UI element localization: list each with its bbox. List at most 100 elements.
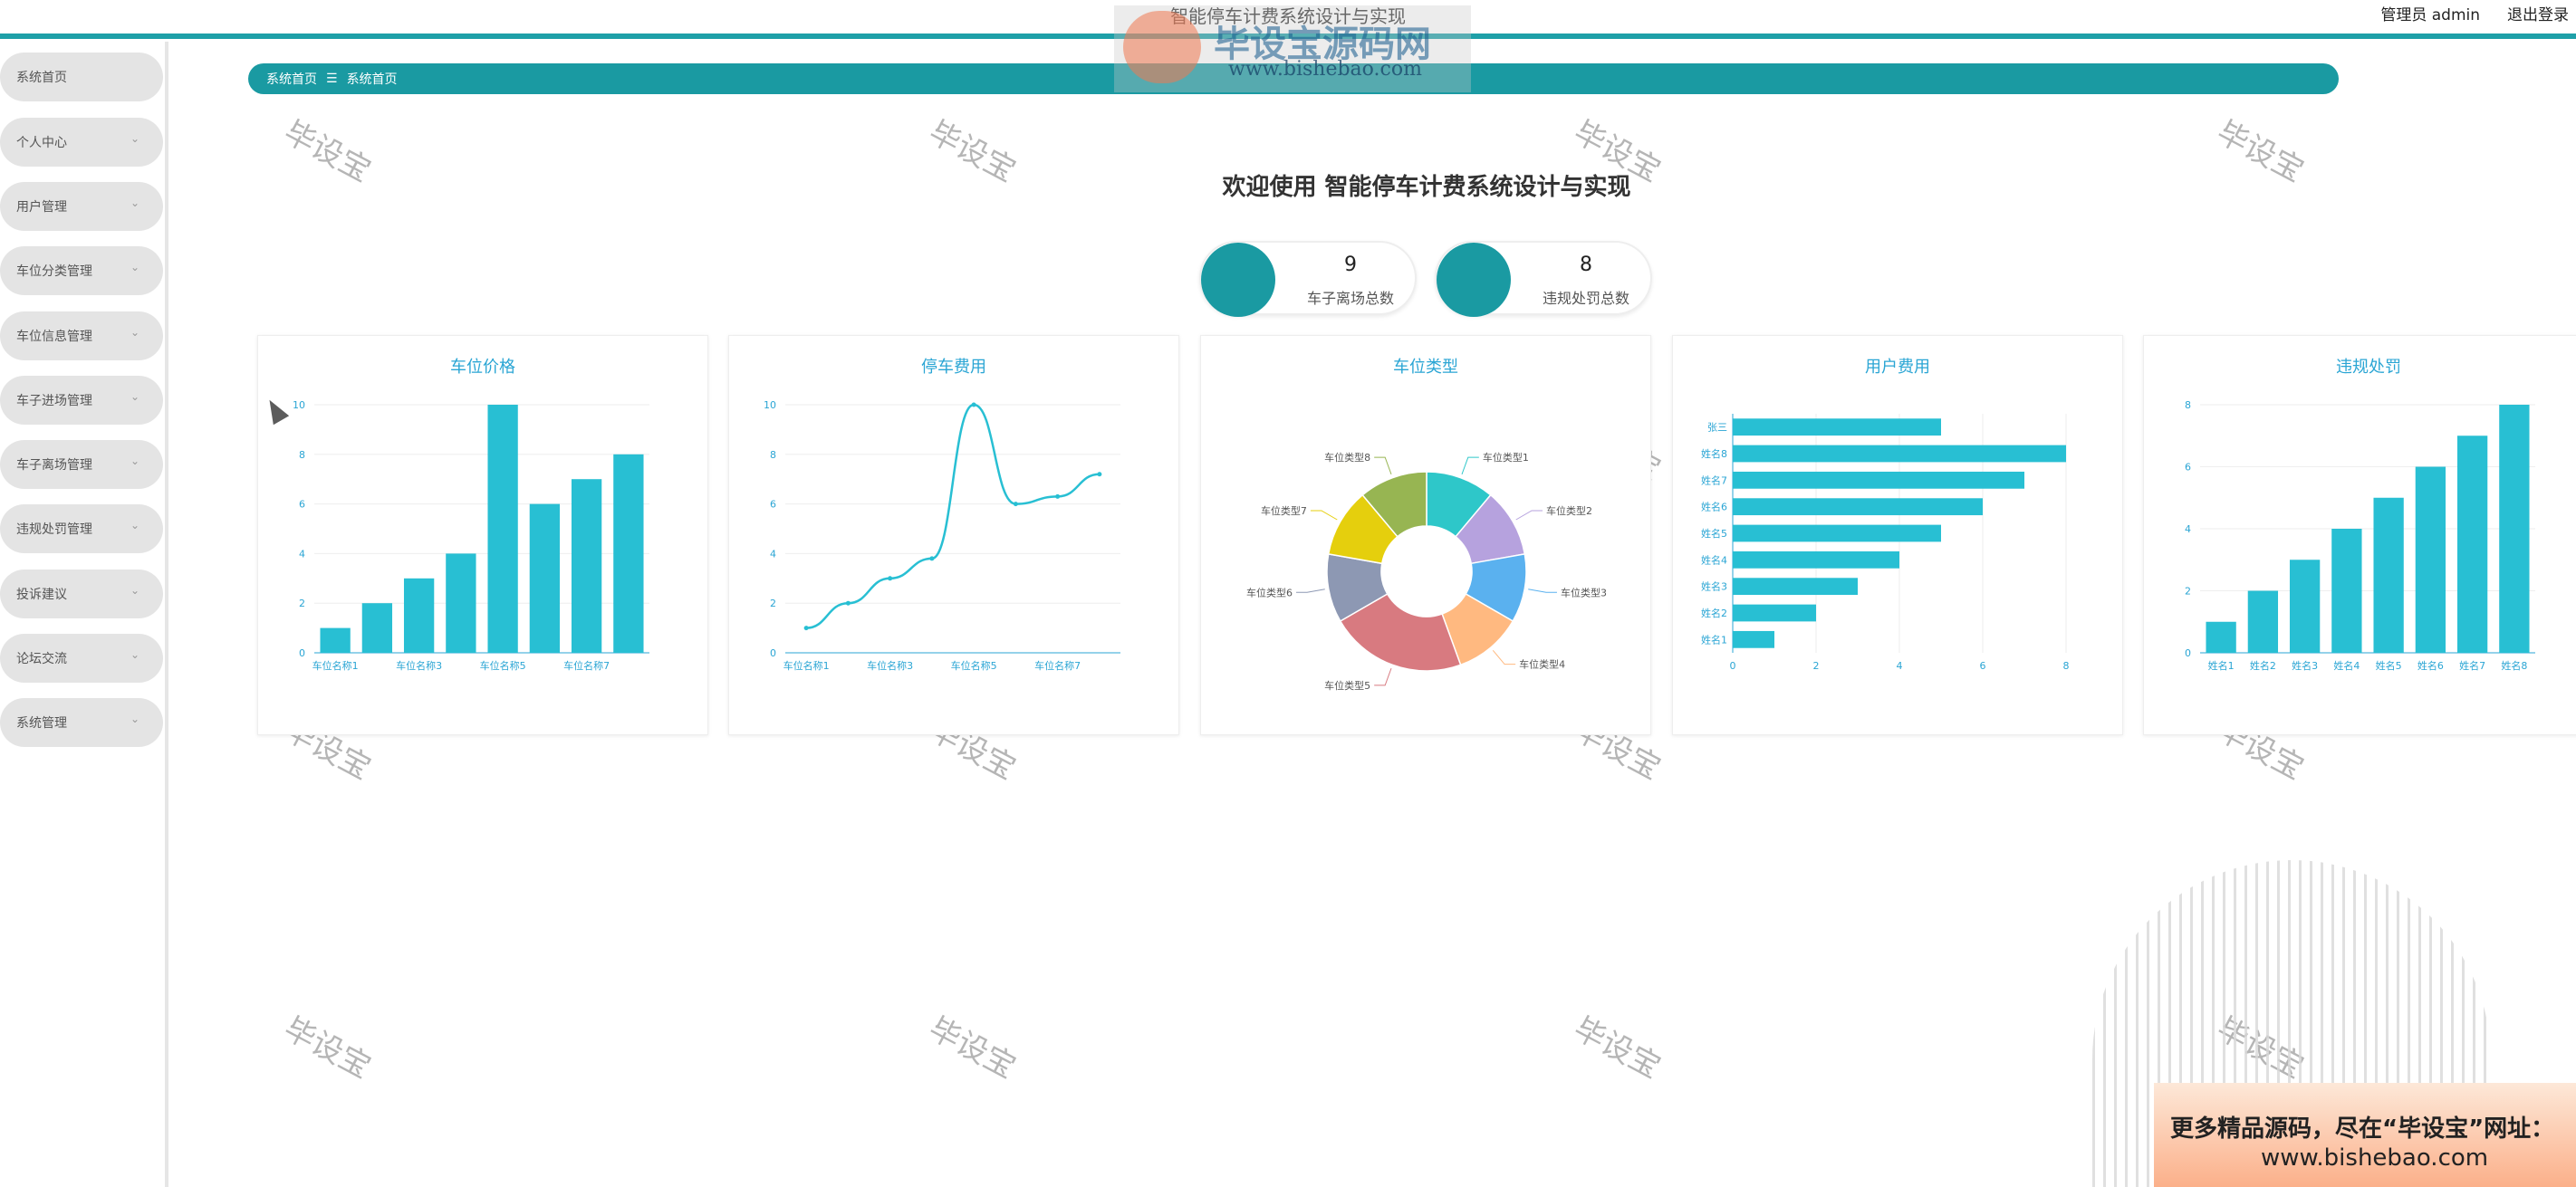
x-tick-label: 姓名3 bbox=[2292, 659, 2318, 672]
sidebar-item-forum[interactable]: 论坛交流 ⌄ bbox=[0, 634, 163, 683]
pie-label: 车位类型8 bbox=[1324, 451, 1370, 464]
x-tick-label: 0 bbox=[1730, 660, 1736, 672]
bar bbox=[2289, 560, 2321, 653]
bar bbox=[1733, 578, 1858, 596]
y-tick-label: 8 bbox=[770, 449, 776, 461]
data-point bbox=[1013, 502, 1018, 507]
pie-label: 车位类型7 bbox=[1261, 504, 1307, 517]
y-tick-label: 8 bbox=[2185, 399, 2191, 411]
ad-line-2: www.bishebao.com bbox=[2261, 1144, 2489, 1172]
chart-violations: 0 2 4 6 8 姓名1 姓名2 姓名3 姓名4 姓名5 姓名6 姓名7 姓名8 bbox=[2185, 399, 2535, 672]
bar bbox=[1733, 498, 1983, 516]
x-tick-label: 6 bbox=[1980, 660, 1986, 672]
sidebar-item-label: 系统首页 bbox=[16, 71, 67, 85]
y-tick-label: 6 bbox=[299, 499, 305, 511]
x-tick-label: 车位名称3 bbox=[396, 659, 442, 672]
stat-circle-icon bbox=[1201, 243, 1275, 317]
stat-value: 9 bbox=[1344, 254, 1357, 276]
x-tick-label: 8 bbox=[2063, 660, 2070, 672]
user-label: 管理员 admin bbox=[2380, 6, 2480, 24]
chevron-down-icon: ⌄ bbox=[130, 519, 140, 531]
x-tick-label: 车位名称7 bbox=[1034, 659, 1081, 672]
bar bbox=[361, 603, 393, 653]
y-tick-label: 2 bbox=[2185, 586, 2191, 598]
x-tick-label: 姓名1 bbox=[2208, 659, 2235, 672]
pie-leader-line bbox=[1461, 456, 1479, 475]
watermark-text: 毕设宝 bbox=[922, 1010, 1022, 1086]
bar bbox=[1733, 445, 2066, 463]
bar bbox=[1733, 604, 1816, 622]
sidebar-item-complaints[interactable]: 投诉建议 ⌄ bbox=[0, 570, 163, 618]
sidebar-item-label: 车位分类管理 bbox=[16, 264, 92, 279]
sidebar-item-label: 车子离场管理 bbox=[16, 458, 92, 473]
y-tick-label: 4 bbox=[2185, 523, 2191, 535]
sidebar-item-label: 论坛交流 bbox=[16, 652, 67, 666]
y-tick-label: 姓名3 bbox=[1701, 580, 1727, 593]
x-tick-label: 姓名4 bbox=[2333, 659, 2360, 672]
ad-banner[interactable]: 更多精品源码，尽在“毕设宝”网址： www.bishebao.com bbox=[2154, 1083, 2576, 1187]
y-tick-label: 6 bbox=[770, 499, 776, 511]
sidebar-item-label: 投诉建议 bbox=[16, 588, 67, 602]
x-tick-label: 姓名5 bbox=[2376, 659, 2402, 672]
brand-watermark: 毕设宝源码网 www.bishebao.com bbox=[1114, 5, 1471, 92]
sidebar-item-car-entry[interactable]: 车子进场管理 ⌄ bbox=[0, 376, 163, 425]
watermark-text: 毕设宝 bbox=[277, 1010, 377, 1086]
sidebar-item-violations[interactable]: 违规处罚管理 ⌄ bbox=[0, 504, 163, 553]
data-point bbox=[803, 626, 809, 631]
y-tick-label: 姓名2 bbox=[1701, 607, 1727, 619]
bar bbox=[2206, 621, 2236, 653]
sidebar-item-space-category[interactable]: 车位分类管理 ⌄ bbox=[0, 246, 163, 295]
y-tick-label: 姓名4 bbox=[1701, 553, 1727, 566]
chevron-down-icon: ⌄ bbox=[130, 455, 140, 467]
chevron-down-icon: ⌄ bbox=[130, 648, 140, 661]
logout-link[interactable]: 退出登录 bbox=[2507, 2, 2569, 24]
series-line bbox=[806, 403, 1100, 629]
y-tick-label: 2 bbox=[299, 598, 305, 609]
sidebar-item-space-info[interactable]: 车位信息管理 ⌄ bbox=[0, 311, 163, 360]
y-tick-label: 0 bbox=[2185, 647, 2191, 659]
bar bbox=[446, 553, 476, 653]
bar bbox=[2331, 529, 2362, 653]
data-point bbox=[888, 576, 893, 581]
pie-leader-line bbox=[1528, 589, 1557, 593]
y-tick-label: 10 bbox=[764, 399, 776, 411]
pie-leader-line bbox=[1515, 510, 1543, 521]
bar bbox=[403, 578, 435, 653]
data-point bbox=[1055, 493, 1061, 499]
x-tick-label: 车位名称5 bbox=[480, 659, 526, 672]
x-tick-label: 车位名称1 bbox=[312, 659, 359, 672]
chart-card-space-type: 车位类型 车位类型1 车位类型2 车位类型3 车位类型4 车位类型5 车位类型6 车位类型7… bbox=[1200, 335, 1651, 735]
brand-logo-icon bbox=[1123, 11, 1201, 83]
y-tick-label: 张三 bbox=[1707, 422, 1727, 434]
pie-leader-line bbox=[1492, 650, 1516, 665]
y-tick-label: 0 bbox=[299, 647, 305, 659]
sidebar-item-system[interactable]: 系统管理 ⌄ bbox=[0, 698, 163, 747]
bar bbox=[529, 503, 561, 653]
stat-card-violation-count: 8 违规处罚总数 bbox=[1435, 241, 1652, 317]
chart-card-violations: 违规处罚 0 2 4 6 8 姓名1 姓名2 姓名3 姓名4 姓名5 姓名6 姓名7 姓名8 bbox=[2143, 335, 2576, 735]
bar bbox=[1733, 524, 1941, 542]
ad-line-1: 更多精品源码，尽在“毕设宝”网址： bbox=[2170, 1115, 2555, 1143]
sidebar-item-car-exit[interactable]: 车子离场管理 ⌄ bbox=[0, 440, 163, 489]
sidebar-item-profile[interactable]: 个人中心 ⌄ bbox=[0, 118, 163, 167]
x-tick-label: 姓名8 bbox=[2501, 659, 2527, 672]
breadcrumb-root[interactable]: 系统首页 bbox=[266, 70, 317, 88]
bar bbox=[2415, 466, 2446, 653]
bar bbox=[2373, 497, 2404, 653]
y-tick-label: 姓名5 bbox=[1701, 527, 1727, 540]
chart-user-fee: 0 2 4 6 8 姓名1 姓名2 姓名3 姓名4 姓名5 姓名6 姓名7 姓名8 张三 bbox=[1701, 414, 2070, 672]
chart-card-space-price: 车位价格 0 2 4 6 8 10 车位名称1 车位名称3 车位名称5 车位名称7 bbox=[257, 335, 708, 735]
pie-label: 车位类型4 bbox=[1519, 658, 1565, 671]
bar bbox=[1733, 550, 1899, 569]
chart-card-user-fee: 用户费用 0 2 4 6 8 姓名1 姓名2 姓名3 姓名4 姓名5 姓名6 姓名7 姓名8 张三 bbox=[1672, 335, 2123, 735]
sidebar-item-label: 车位信息管理 bbox=[16, 330, 92, 344]
bar bbox=[320, 627, 351, 653]
y-tick-label: 4 bbox=[299, 548, 305, 560]
chevron-down-icon: ⌄ bbox=[130, 584, 140, 597]
sidebar-item-home[interactable]: 系统首页 bbox=[0, 53, 163, 101]
chart-card-parking-fee: 停车费用 0 2 4 6 8 10 车位名称1 车位名称3 车位名称5 车位名称7 bbox=[728, 335, 1179, 735]
y-tick-label: 姓名6 bbox=[1701, 501, 1727, 513]
chart-parking-fee: 0 2 4 6 8 10 车位名称1 车位名称3 车位名称5 车位名称7 bbox=[764, 399, 1120, 672]
chevron-down-icon: ⌄ bbox=[130, 261, 140, 273]
bar bbox=[571, 479, 602, 653]
